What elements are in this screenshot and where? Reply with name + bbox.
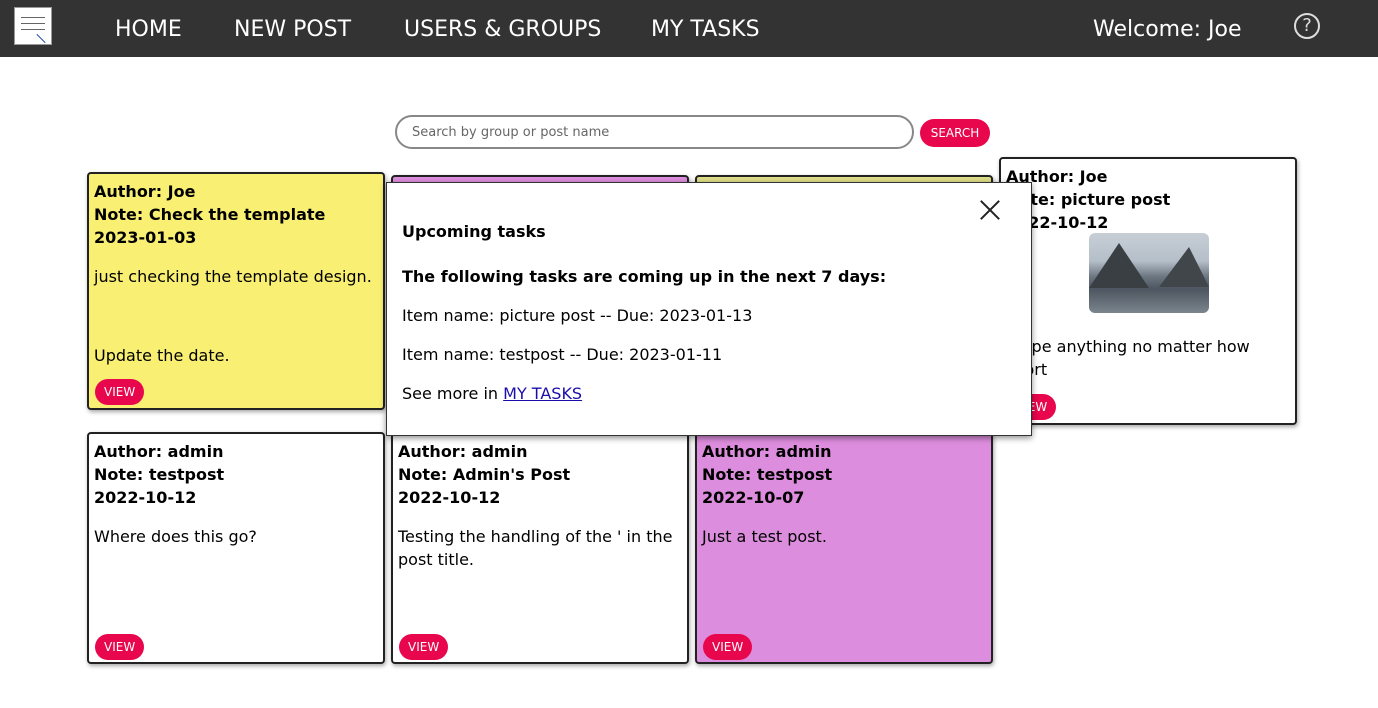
post-extra: Update the date. xyxy=(94,346,230,365)
post-date: 2022-10-12 xyxy=(398,488,501,507)
post-card: Author: admin Note: Admin's Post 2022-10… xyxy=(391,432,689,664)
task-item: Item name: testpost -- Due: 2023-01-11 xyxy=(402,345,723,364)
post-body: Where does this go? xyxy=(94,527,257,546)
post-card: Author: admin Note: testpost 2022-10-12 … xyxy=(87,432,385,664)
post-date: 2022-10-12 xyxy=(94,488,197,507)
close-icon[interactable] xyxy=(977,197,1003,223)
post-image xyxy=(1089,233,1209,313)
post-author: Author: Joe xyxy=(94,182,196,201)
post-author: Author: admin xyxy=(398,442,528,461)
nav-my-tasks[interactable]: MY TASKS xyxy=(651,16,760,44)
notepad-logo-icon[interactable] xyxy=(14,7,52,45)
task-item: Item name: picture post -- Due: 2023-01-… xyxy=(402,306,753,325)
my-tasks-link[interactable]: MY TASKS xyxy=(503,384,582,403)
post-body: Just a test post. xyxy=(702,527,827,546)
post-date: 2023-01-03 xyxy=(94,228,197,247)
post-author: Author: Joe xyxy=(1006,167,1108,186)
post-body: Testing the handling of the ' in the pos… xyxy=(398,527,673,569)
post-card: Author: Joe Note: picture post 2022-10-1… xyxy=(999,157,1297,425)
view-button[interactable]: VIEW xyxy=(399,634,449,660)
post-author: Author: admin xyxy=(702,442,832,461)
view-button[interactable]: VIEW xyxy=(703,634,753,660)
modal-subtitle: The following tasks are coming up in the… xyxy=(402,267,887,286)
see-more-text: See more in MY TASKS xyxy=(402,382,582,405)
search-input[interactable] xyxy=(395,115,914,149)
post-note: Note: testpost xyxy=(94,465,225,484)
search-button[interactable]: SEARCH xyxy=(920,119,990,147)
see-more-prefix: See more in xyxy=(402,384,504,403)
post-card: Author: admin Note: testpost 2022-10-07 … xyxy=(695,432,993,664)
post-note: Note: picture post xyxy=(1006,190,1171,209)
view-button[interactable]: VIEW xyxy=(95,634,145,660)
top-navbar: HOME NEW POST USERS & GROUPS MY TASKS We… xyxy=(0,0,1378,57)
post-note: Note: Admin's Post xyxy=(398,465,571,484)
post-card: Author: Joe Note: Check the template 202… xyxy=(87,172,385,410)
view-button[interactable]: VIEW xyxy=(95,379,145,405)
nav-home[interactable]: HOME xyxy=(115,16,182,44)
upcoming-tasks-modal: Upcoming tasks The following tasks are c… xyxy=(386,182,1032,436)
welcome-text: Welcome: Joe xyxy=(1093,17,1242,42)
post-date: 2022-10-07 xyxy=(702,488,805,507)
post-body: just checking the template design. xyxy=(94,267,372,286)
help-icon[interactable]: ? xyxy=(1294,13,1320,39)
post-author: Author: admin xyxy=(94,442,224,461)
post-body: I type anything no matter how short xyxy=(1006,337,1250,379)
nav-users-groups[interactable]: USERS & GROUPS xyxy=(404,16,601,44)
post-date: 2022-10-12 xyxy=(1006,213,1109,232)
modal-title: Upcoming tasks xyxy=(402,222,546,241)
post-note: Note: Check the template xyxy=(94,205,326,224)
post-note: Note: testpost xyxy=(702,465,833,484)
nav-new-post[interactable]: NEW POST xyxy=(234,16,351,44)
